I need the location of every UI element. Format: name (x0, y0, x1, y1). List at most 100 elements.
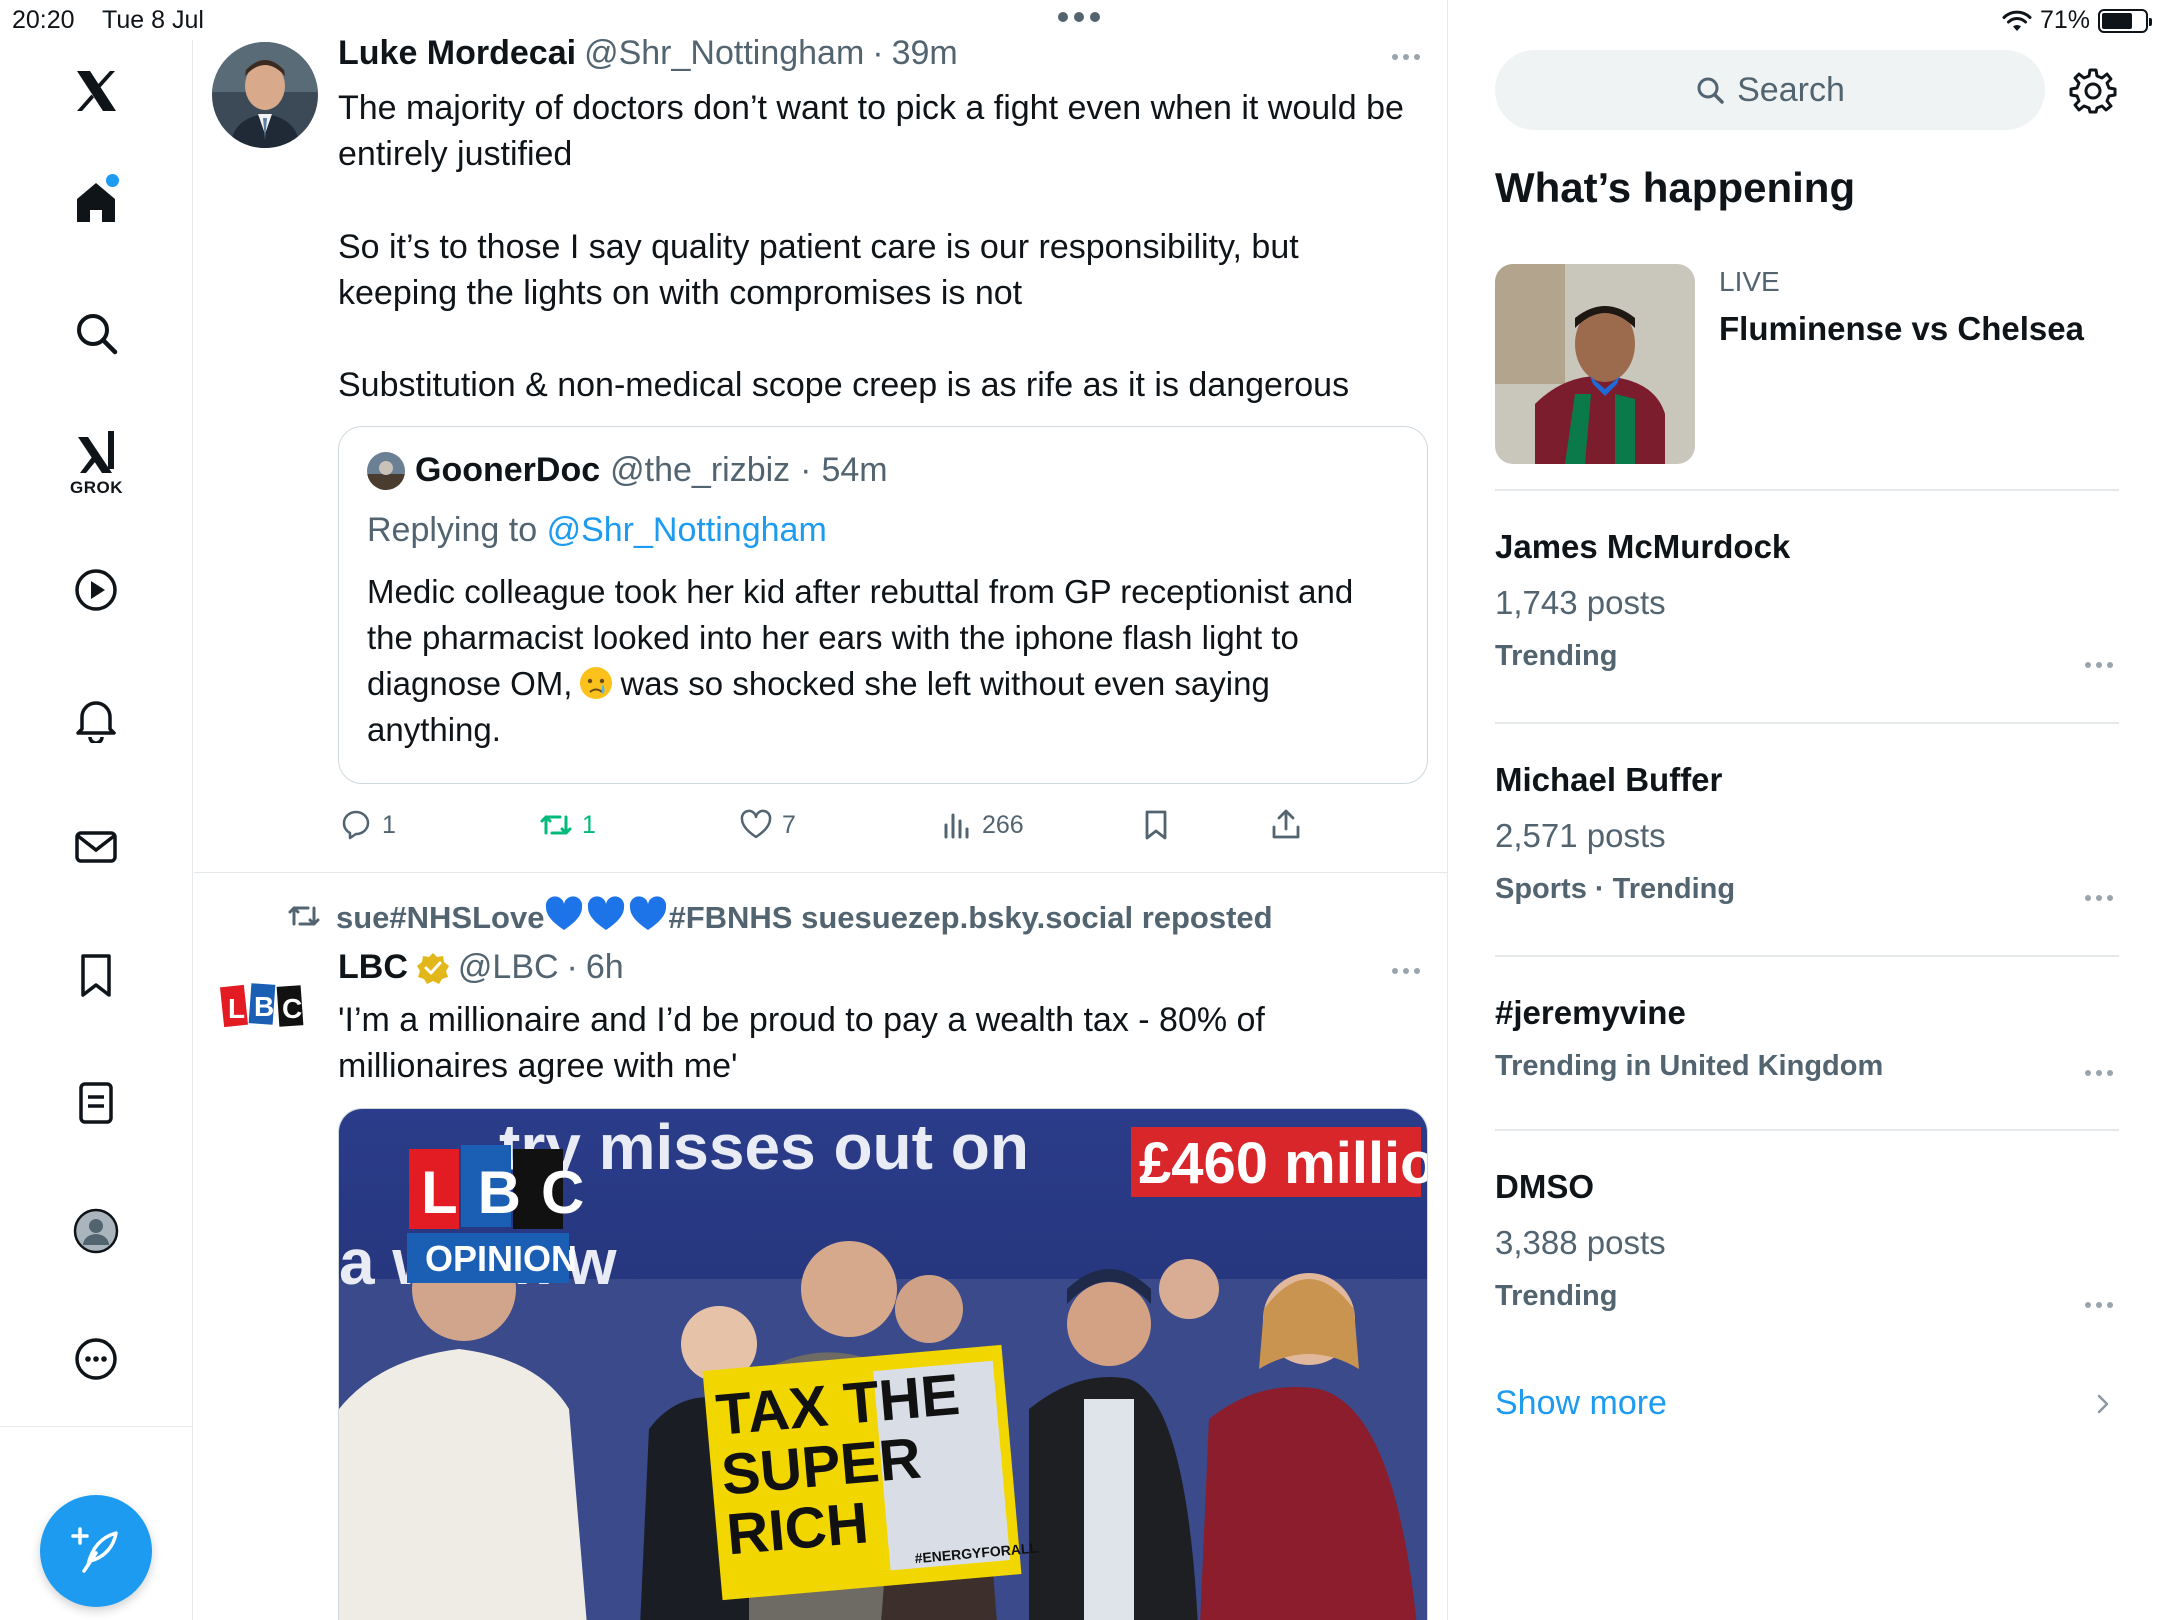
trend-more-button[interactable] (2079, 1290, 2119, 1320)
profile-avatar-icon (73, 1208, 119, 1254)
tweet-time[interactable]: 39m (892, 34, 958, 73)
bookmark-icon (1145, 810, 1167, 840)
trend-item[interactable]: DMSO 3,388 posts Trending (1495, 1168, 2119, 1313)
trend-posts: 3,388 posts (1495, 1224, 1666, 1261)
tweet-paragraph: The majority of doctors don’t want to pi… (338, 89, 1404, 173)
live-tag: LIVE (1719, 266, 1780, 297)
share-button[interactable] (1268, 800, 1304, 850)
nav-home[interactable] (46, 162, 146, 242)
nav-video[interactable] (46, 550, 146, 630)
quote-author-handle[interactable]: @the_rizbiz (610, 451, 790, 490)
views-chart-icon (944, 813, 969, 839)
trend-more-button[interactable] (2079, 650, 2119, 680)
nav-profile[interactable] (46, 1191, 146, 1271)
divider (1495, 489, 2119, 491)
nav-lists[interactable] (46, 1063, 146, 1143)
divider (1495, 722, 2119, 724)
gear-icon (2069, 68, 2117, 114)
nav-bookmarks[interactable] (46, 935, 146, 1015)
live-event-title: Fluminense vs Chelsea (1719, 310, 2084, 347)
compose-post-button[interactable] (40, 1495, 152, 1607)
repost-button[interactable]: 1 (538, 800, 596, 850)
opinion-label: OPINION (425, 1238, 577, 1279)
svg-text:C: C (282, 993, 302, 1024)
replying-to-label: Replying to (367, 511, 538, 549)
trend-more-button[interactable] (2079, 883, 2119, 913)
reposter-name: sue#NHSLove (336, 900, 545, 935)
trend-more-button[interactable] (2079, 1058, 2119, 1088)
reply-count: 1 (382, 810, 396, 839)
lbc-avatar-logo[interactable]: L B C (220, 978, 304, 1032)
nav-search[interactable] (46, 293, 146, 373)
tweet-more-button[interactable] (1386, 956, 1426, 986)
show-more-link[interactable]: Show more (1495, 1384, 1667, 1423)
quote-time[interactable]: 54m (821, 451, 887, 490)
separator: · (566, 948, 578, 986)
author-name[interactable]: LBC (338, 948, 408, 987)
left-nav: GROK (0, 40, 193, 1620)
settings-button[interactable] (2069, 66, 2117, 114)
author-avatar[interactable] (212, 42, 318, 148)
trend-item[interactable]: #jeremyvine Trending in United Kingdom (1495, 994, 2119, 1083)
quote-text: Medic colleague took her kid after rebut… (367, 569, 1397, 753)
right-sidebar: Search What’s happening LIVE Fluminense … (1449, 0, 2160, 1620)
reply-button[interactable]: 1 (338, 800, 396, 850)
separator: · (800, 451, 812, 489)
author-handle[interactable]: @LBC (458, 948, 559, 987)
author-handle[interactable]: @Shr_Nottingham (584, 34, 864, 73)
like-count: 7 (782, 810, 796, 839)
replying-to-mention[interactable]: @Shr_Nottingham (547, 511, 827, 549)
tweet-text: 'I’m a millionaire and I’d be proud to p… (338, 1001, 1265, 1085)
nav-messages[interactable] (46, 807, 146, 887)
tweet-actions: 1 1 7 266 (338, 800, 1428, 850)
repost-count: 1 (582, 810, 596, 839)
quote-author-avatar[interactable] (367, 451, 405, 490)
media-logo-text: LBC (421, 1159, 604, 1226)
chevron-right-icon[interactable] (2089, 1390, 2117, 1418)
tweet[interactable]: Luke Mordecai @Shr_Nottingham · 39m The … (194, 30, 1447, 873)
like-button[interactable]: 7 (738, 800, 796, 850)
nav-notifications[interactable] (46, 679, 146, 759)
x-logo-icon[interactable] (46, 51, 146, 131)
views-button[interactable]: 266 (938, 800, 1024, 850)
more-circle-icon (75, 1338, 117, 1380)
reposted-by[interactable]: sue#NHSLove #FBNHS suesuezep.bsky.social… (286, 896, 1273, 936)
author-name[interactable]: Luke Mordecai (338, 34, 576, 73)
mail-icon (75, 831, 117, 863)
trend-category: Trending (1495, 1280, 1618, 1312)
status-time: 20:20 (12, 6, 75, 34)
quoted-tweet[interactable]: GoonerDoc @the_rizbiz · 54m Replying to … (338, 426, 1428, 784)
grok-label: GROK (70, 478, 123, 497)
search-input[interactable]: Search (1495, 50, 2045, 130)
quote-author-name[interactable]: GoonerDoc (415, 451, 600, 490)
trend-posts: 1,743 posts (1495, 584, 1666, 621)
blue-heart-icon (546, 896, 583, 930)
divider (1495, 1129, 2119, 1131)
search-icon (1697, 77, 1724, 104)
banner-money: £460 million (1139, 1131, 1428, 1196)
trend-posts: 2,571 posts (1495, 817, 1666, 854)
search-icon (77, 314, 118, 355)
svg-text:B: B (254, 991, 274, 1022)
tweet-time[interactable]: 6h (586, 948, 624, 987)
blue-heart-icon (588, 896, 625, 930)
timeline-feed[interactable]: Luke Mordecai @Shr_Nottingham · 39m The … (194, 0, 1448, 1620)
nav-more[interactable] (46, 1319, 146, 1399)
home-notification-dot (106, 174, 119, 187)
svg-text:L: L (228, 993, 245, 1024)
blue-hearts-emoji (544, 896, 668, 932)
share-icon (1272, 809, 1300, 839)
nav-divider (0, 1426, 193, 1427)
crying-face-emoji-icon (580, 667, 613, 699)
trend-item[interactable]: James McMurdock 1,743 posts Trending (1495, 528, 2119, 673)
tweet-header: Luke Mordecai @Shr_Nottingham · 39m (338, 34, 958, 73)
tweet[interactable]: sue#NHSLove #FBNHS suesuezep.bsky.social… (194, 876, 1447, 1620)
live-event-card[interactable]: LIVE Fluminense vs Chelsea (1495, 264, 2115, 466)
reposter-rest: #FBNHS suesuezep.bsky.social reposted (668, 900, 1273, 935)
placard-text: RICH (724, 1490, 871, 1567)
trend-item[interactable]: Michael Buffer 2,571 posts Sports · Tren… (1495, 761, 2119, 906)
repost-icon (540, 815, 572, 835)
bookmark-button[interactable] (1138, 800, 1174, 850)
tweet-more-button[interactable] (1386, 42, 1426, 72)
tweet-media-image[interactable]: try misses out on £460 million a week w (338, 1108, 1428, 1620)
